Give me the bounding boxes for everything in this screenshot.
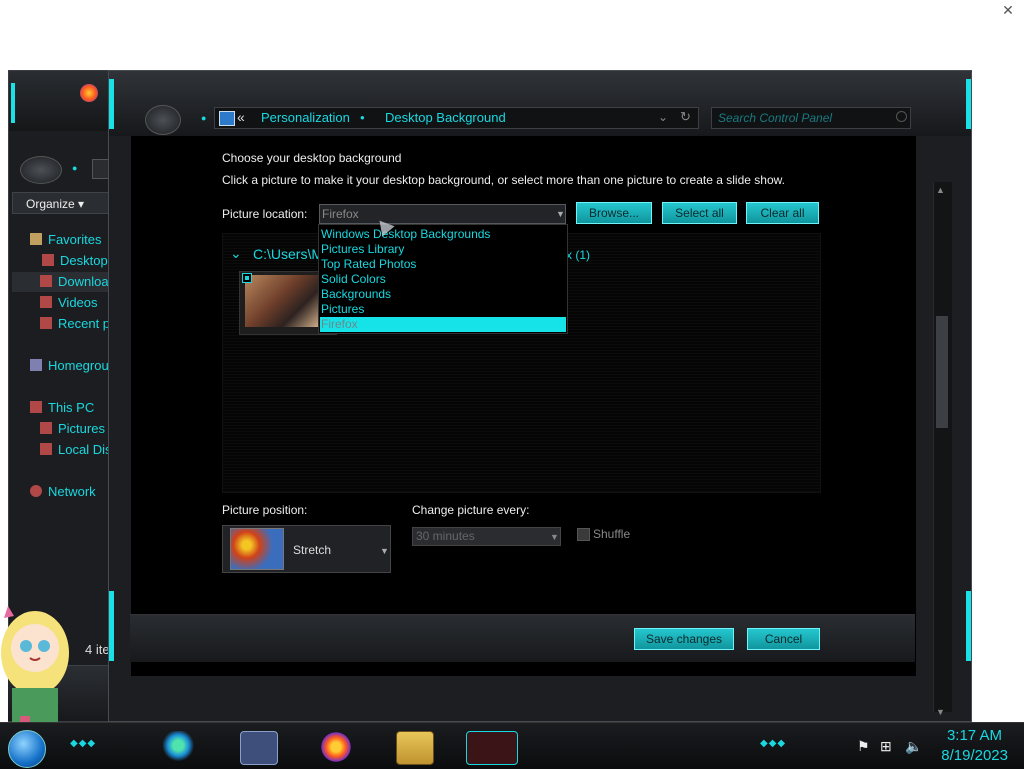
dropdown-option[interactable]: Solid Colors: [320, 272, 566, 287]
item-count: 4 ite: [85, 642, 110, 657]
app-taskbar-icon[interactable]: [466, 731, 518, 765]
recent-places-icon: [40, 317, 52, 329]
edge-taskbar-icon[interactable]: [162, 731, 198, 763]
sidebar-item-label: Local Dis: [58, 442, 112, 457]
dropdown-option[interactable]: Backgrounds: [320, 287, 566, 302]
sidebar-item-label: Videos: [58, 295, 98, 310]
scrollbar-thumb[interactable]: [936, 316, 948, 428]
dropdown-option[interactable]: Top Rated Photos: [320, 257, 566, 272]
breadcrumb-desktop-background[interactable]: Desktop Background: [385, 110, 506, 125]
back-button[interactable]: [20, 156, 62, 184]
sidebar-item-local-disk[interactable]: Local Dis: [40, 440, 111, 460]
clock-date[interactable]: 8/19/2023: [934, 747, 1008, 764]
sidebar-item-label: Desktop: [60, 253, 108, 268]
sidebar-item-videos[interactable]: Videos: [40, 293, 98, 313]
select-all-button[interactable]: Select all: [662, 202, 737, 224]
sidebar-item-label: Favorites: [48, 232, 102, 247]
chevron-down-icon[interactable]: ⌄: [230, 245, 242, 262]
breadcrumb-overflow[interactable]: «: [237, 109, 245, 125]
downloads-icon: [40, 275, 52, 287]
folder-count: x (1): [566, 248, 590, 262]
sidebar-item-homegroup[interactable]: Homegroup: [30, 356, 116, 376]
shuffle-checkbox[interactable]: [577, 528, 590, 541]
organize-button[interactable]: Organize ▾: [12, 192, 112, 214]
chevron-down-icon: ▼: [550, 532, 559, 542]
cancel-button[interactable]: Cancel: [747, 628, 820, 650]
firefox-taskbar-icon[interactable]: [318, 731, 354, 763]
chevron-down-icon[interactable]: ⌄: [658, 110, 668, 124]
character-sticker: [1, 606, 69, 726]
homegroup-icon: [30, 359, 42, 371]
sidebar-item-label: Downloa: [58, 274, 109, 289]
control-panel-taskbar-icon[interactable]: [240, 731, 278, 765]
dropdown-option[interactable]: Pictures: [320, 302, 566, 317]
sidebar-item-label: Network: [48, 484, 96, 499]
sidebar-item-label: Homegroup: [48, 358, 116, 373]
folder-path: C:\Users\M: [253, 246, 323, 262]
save-changes-button[interactable]: Save changes: [634, 628, 734, 650]
file-explorer-taskbar-icon[interactable]: [396, 731, 434, 765]
sidebar-item-label: Pictures: [58, 421, 105, 436]
nav-dot-icon: ●: [72, 163, 78, 173]
wallpaper-thumbnail[interactable]: [245, 275, 319, 327]
videos-icon: [40, 296, 52, 308]
scroll-up-icon[interactable]: ▲: [936, 185, 945, 195]
computer-icon: [30, 401, 42, 413]
browse-button[interactable]: Browse...: [576, 202, 652, 224]
star-icon: [30, 233, 42, 245]
dropdown-option[interactable]: Pictures Library: [320, 242, 566, 257]
thumbnail-checkbox[interactable]: [242, 273, 252, 283]
clear-all-button[interactable]: Clear all: [746, 202, 819, 224]
sidebar-item-downloads[interactable]: Downloa: [12, 272, 112, 292]
network-icon: [30, 485, 42, 497]
shuffle-label: Shuffle: [593, 527, 631, 541]
location-dropdown-list: Windows Desktop Backgrounds Pictures Lib…: [318, 224, 568, 334]
search-input[interactable]: Search Control Panel: [711, 107, 911, 129]
sidebar-item-network[interactable]: Network: [30, 482, 96, 502]
sidebar-item-recent[interactable]: Recent pl: [40, 314, 113, 334]
position-preview-icon: [230, 528, 284, 570]
refresh-icon[interactable]: ↻: [680, 109, 691, 125]
picture-location-select[interactable]: Firefox: [319, 204, 566, 224]
firefox-icon: [80, 84, 98, 102]
picture-location-label: Picture location:: [222, 207, 308, 221]
clock-time[interactable]: 3:17 AM: [942, 727, 1002, 744]
control-panel-icon: [219, 111, 235, 126]
sidebar-item-this-pc[interactable]: This PC: [30, 398, 94, 418]
sidebar-item-desktop[interactable]: Desktop: [42, 251, 108, 271]
scroll-down-icon[interactable]: ▼: [936, 707, 945, 717]
change-every-label: Change picture every:: [412, 503, 530, 517]
network-tray-icon[interactable]: ⊞: [880, 738, 892, 755]
dropdown-option-selected[interactable]: Firefox: [320, 317, 566, 332]
desktop-icon: [42, 254, 54, 266]
picture-position-value: Stretch: [293, 543, 332, 557]
action-center-flag-icon[interactable]: ⚑: [857, 738, 870, 755]
volume-icon[interactable]: 🔈: [905, 738, 922, 755]
chevron-down-icon: ▼: [556, 209, 565, 219]
chevron-down-icon: ▼: [380, 546, 389, 556]
pictures-icon: [40, 422, 52, 434]
picture-position-label: Picture position:: [222, 503, 308, 517]
page-subtitle: Click a picture to make it your desktop …: [222, 173, 785, 187]
breadcrumb-separator: ●: [360, 113, 365, 122]
sidebar-item-label: Recent pl: [58, 316, 113, 331]
vertical-scrollbar[interactable]: [933, 182, 952, 712]
address-bar[interactable]: « Personalization ● Desktop Background ⌄…: [214, 107, 699, 129]
search-icon[interactable]: [896, 111, 907, 122]
sidebar-item-favorites[interactable]: Favorites: [30, 230, 101, 250]
change-every-select[interactable]: 30 minutes: [412, 527, 561, 546]
local-disk-icon: [40, 443, 52, 455]
decorative-lights: ◆◆◆: [760, 738, 787, 749]
sidebar-item-label: This PC: [48, 400, 95, 415]
nav-dot-icon: ●: [201, 113, 207, 123]
close-icon[interactable]: ✕: [1000, 2, 1016, 18]
decorative-lights: ◆◆◆: [70, 738, 97, 749]
sidebar-item-pictures[interactable]: Pictures: [40, 419, 105, 439]
back-button[interactable]: [145, 105, 181, 135]
page-title: Choose your desktop background: [222, 151, 402, 165]
breadcrumb-personalization[interactable]: Personalization: [261, 110, 350, 125]
dropdown-option[interactable]: Windows Desktop Backgrounds: [320, 227, 566, 242]
start-button[interactable]: [8, 730, 46, 768]
